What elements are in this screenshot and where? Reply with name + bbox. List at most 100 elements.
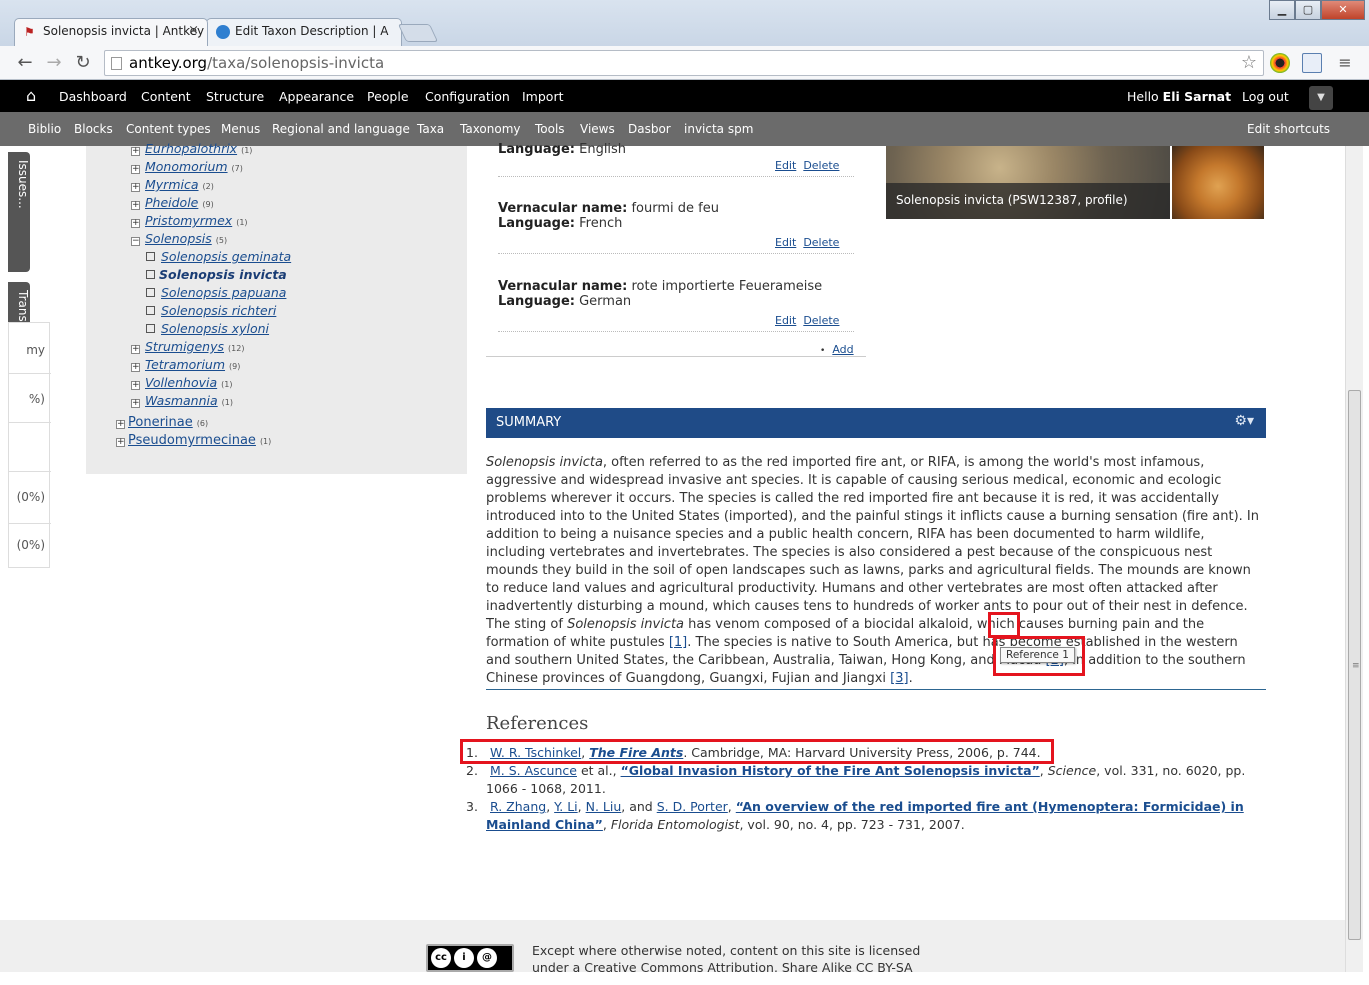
add-link[interactable]: Add [832,343,853,356]
browser-tab-strip: ⚑ Solenopsis invicta | Antkey × Edit Tax… [0,0,1369,46]
author-link[interactable]: R. Zhang [490,799,546,814]
window-close-button[interactable]: ✕ [1321,0,1365,20]
tree-link[interactable]: Solenopsis geminata [161,249,291,264]
author-link[interactable]: S. D. Porter [657,799,728,814]
issues-tab[interactable]: Issues... [8,152,30,272]
tree-link[interactable]: Solenopsis [145,231,212,246]
maximize-button[interactable]: ▢ [1295,0,1321,20]
back-icon[interactable]: ← [14,52,36,74]
gear-icon[interactable]: ⚙▾ [1234,413,1254,429]
tree-link[interactable]: Wasmannia [145,393,218,408]
tree-link[interactable]: Strumigenys [145,339,224,354]
language-label: Language: [498,294,575,309]
language-label: Language: [498,216,575,231]
toolbar-content[interactable]: Content [141,89,191,104]
shortcut-taxonomy[interactable]: Taxonomy [460,122,521,136]
expand-icon[interactable]: + [131,363,140,372]
toolbar-configuration[interactable]: Configuration [425,89,510,104]
expand-icon[interactable]: + [131,183,140,192]
toolbar-dashboard[interactable]: Dashboard [59,89,127,104]
shortcut-taxa[interactable]: Taxa [417,122,444,136]
close-tab-icon[interactable]: × [188,23,199,38]
citation-link-3[interactable]: [3] [890,671,908,686]
new-tab-button[interactable] [397,24,439,42]
toolbar-appearance[interactable]: Appearance [279,89,354,104]
extension-color-icon[interactable] [1270,53,1290,73]
expand-icon[interactable]: + [131,165,140,174]
tree-link[interactable]: Solenopsis richteri [161,303,276,318]
shortcut-blocks[interactable]: Blocks [74,122,113,136]
expand-icon[interactable]: + [131,345,140,354]
minimize-button[interactable]: ▁ [1269,0,1295,20]
expand-icon[interactable]: + [131,201,140,210]
cc-license-badge[interactable]: cc i @ [426,944,514,972]
extension-screenshot-icon[interactable] [1302,53,1322,73]
expand-icon[interactable]: + [116,438,125,447]
side-stat: (0%) [9,471,51,521]
shortcut-tools[interactable]: Tools [535,122,565,136]
edit-shortcuts-link[interactable]: Edit shortcuts [1247,122,1330,136]
scroll-thumb[interactable]: ≡ [1348,390,1361,940]
delete-link[interactable]: Delete [803,314,839,327]
collapse-icon[interactable]: − [131,237,140,246]
author-link[interactable]: N. Liu [586,799,622,814]
shortcut-dasbor[interactable]: Dasbor [628,122,671,136]
tree-link[interactable]: Ponerinae [128,415,193,430]
forward-icon[interactable]: → [43,52,65,74]
shortcut-invicta-spm[interactable]: invicta spm [684,122,753,136]
tree-link[interactable]: Solenopsis xyloni [161,321,269,336]
user-name[interactable]: Eli Sarnat [1163,89,1231,104]
delete-link[interactable]: Delete [803,236,839,249]
tree-link[interactable]: Vollenhovia [145,375,217,390]
browser-tab-antkey[interactable]: ⚑ Solenopsis invicta | Antkey × [14,18,208,46]
reference-details: , vol. 90, no. 4, pp. 723 - 731, 2007. [739,817,965,832]
leaf-square-icon [146,252,155,261]
home-icon[interactable]: ⌂ [26,86,36,105]
toolbar-import[interactable]: Import [522,89,564,104]
tree-count: (12) [228,344,245,353]
bookmark-star-icon[interactable]: ☆ [1241,52,1257,73]
tree-link[interactable]: Monomorium [145,159,228,174]
expand-icon[interactable]: + [131,399,140,408]
expand-icon[interactable]: + [131,381,140,390]
tree-link[interactable]: Solenopsis papuana [161,285,286,300]
menu-icon[interactable]: ≡ [1334,52,1356,74]
edit-link[interactable]: Edit [775,159,796,172]
tree-link[interactable]: Myrmica [145,177,199,192]
specimen-thumbnail[interactable] [1172,146,1264,219]
toolbar-people[interactable]: People [367,89,409,104]
expand-icon[interactable]: + [116,420,125,429]
toolbar-drawer-toggle[interactable]: ▼ [1309,86,1333,110]
vernacular-entry-english: Language: English [498,142,626,157]
tree-link[interactable]: Pseudomyrmecinae [128,433,256,448]
delete-link[interactable]: Delete [803,159,839,172]
leaf-square-icon [146,324,155,333]
page-scrollbar[interactable]: ≡ [1345,146,1363,972]
shortcut-regional[interactable]: Regional and language [272,122,410,136]
edit-link[interactable]: Edit [775,314,796,327]
shortcut-menus[interactable]: Menus [221,122,260,136]
toolbar-structure[interactable]: Structure [206,89,264,104]
logout-link[interactable]: Log out [1242,89,1289,104]
citation-link-1[interactable]: [1] [669,635,687,650]
reload-icon[interactable]: ↻ [72,52,94,74]
shortcut-views[interactable]: Views [580,122,615,136]
shortcut-biblio[interactable]: Biblio [28,122,61,136]
tree-link[interactable]: Solenopsis invicta [159,267,287,282]
specimen-image[interactable]: Solenopsis invicta (PSW12387, profile) [886,146,1170,219]
reference-title-link[interactable]: “Global Invasion History of the Fire Ant… [621,763,1040,778]
author-link[interactable]: Y. Li [554,799,578,814]
author-link[interactable]: M. S. Ascunce [490,763,577,778]
tree-link[interactable]: Tetramorium [145,357,225,372]
browser-tab-edit-taxon[interactable]: Edit Taxon Description | A [206,18,402,46]
tree-link[interactable]: Pheidole [145,195,198,210]
edit-link[interactable]: Edit [775,236,796,249]
shortcut-content-types[interactable]: Content types [126,122,211,136]
side-stat: (0%) [9,523,51,569]
url-bar[interactable]: antkey.org/taxa/solenopsis-invicta ☆ [104,50,1264,76]
tree-item: − Solenopsis (5) [131,231,227,246]
tree-link[interactable]: Eurhopalothrix [145,141,237,156]
expand-icon[interactable]: + [131,147,140,156]
expand-icon[interactable]: + [131,219,140,228]
tree-link[interactable]: Pristomyrmex [145,213,232,228]
